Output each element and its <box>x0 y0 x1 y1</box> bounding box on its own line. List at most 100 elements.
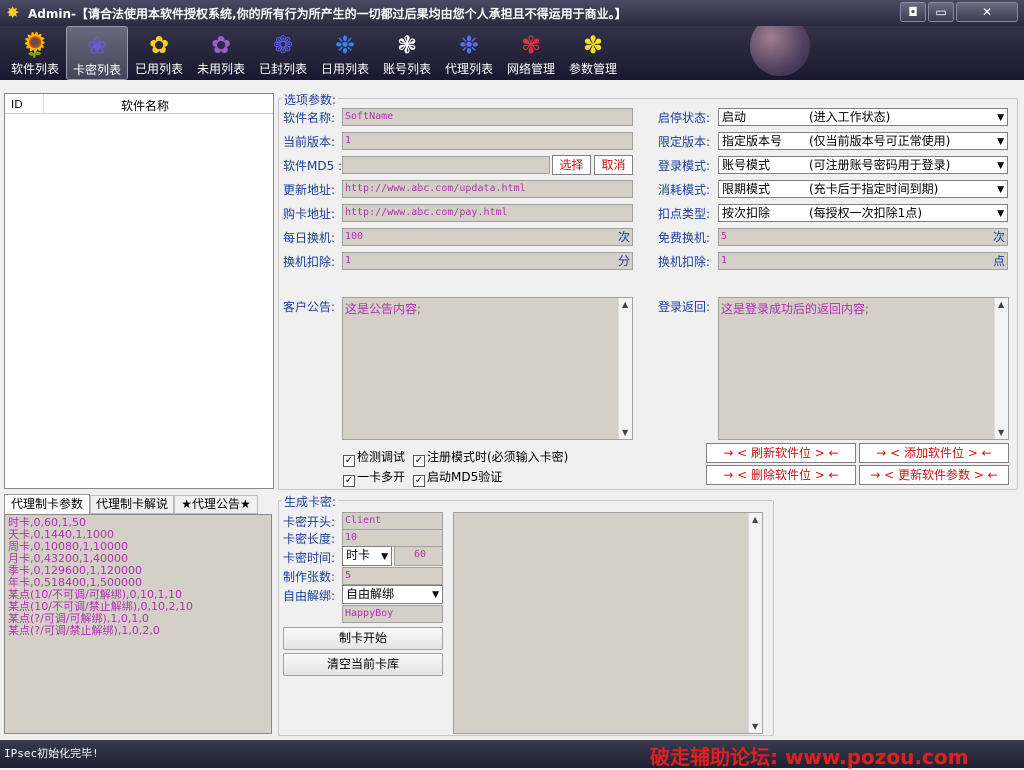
software-name-input[interactable]: SoftName <box>342 108 633 126</box>
notice-label: 客户公告: <box>283 300 336 314</box>
tab-network-manage[interactable]: ✾ 网络管理 <box>500 26 562 80</box>
clear-card-button[interactable]: 清空当前卡库 <box>283 653 443 676</box>
tab-blocked-list[interactable]: ❁ 已封列表 <box>252 26 314 80</box>
close-button[interactable]: ✕ <box>956 2 1018 22</box>
tab-used-list[interactable]: ✿ 已用列表 <box>128 26 190 80</box>
blue-flower-icon: ❉ <box>458 31 480 59</box>
version-input[interactable]: 1 <box>342 132 633 150</box>
card-output-scrollbar[interactable]: ▲ ▼ <box>748 513 762 733</box>
free-switch-value: 5 <box>721 231 728 242</box>
length-input[interactable]: 10 <box>342 529 443 547</box>
cancel-button[interactable]: 取消 <box>594 155 633 175</box>
version-label: 当前版本: <box>283 135 336 149</box>
tab-daily-list[interactable]: ❉ 日用列表 <box>314 26 376 80</box>
switch-deduct-input[interactable]: 1分 <box>342 252 633 270</box>
toolbar-label: 已用列表 <box>134 62 183 76</box>
add-software-button[interactable]: → < 添加软件位 > ← <box>859 443 1009 463</box>
daily-switch-label: 每日换机: <box>283 231 336 245</box>
status-select[interactable]: 启动 (进入工作状态) ▼ <box>718 108 1008 126</box>
scroll-up-icon[interactable]: ▲ <box>998 300 1004 309</box>
md5-verify-checkbox-label: 启动MD5验证 <box>427 470 503 484</box>
login-return-scrollbar[interactable]: ▲ ▼ <box>994 298 1008 439</box>
software-list-panel[interactable]: ID 软件名称 <box>4 93 274 489</box>
toolbar-label: 参数管理 <box>568 62 617 76</box>
param-line: 某点(?/可调/禁止解绑),1,0,2,0 <box>8 624 160 637</box>
chevron-down-icon: ▼ <box>997 137 1004 147</box>
deduct-type-value: 按次扣除 <box>722 206 771 220</box>
toolbar-label: 已封列表 <box>258 62 307 76</box>
count-label: 制作张数: <box>283 570 336 584</box>
card-output-textarea[interactable]: ▲ ▼ <box>453 512 763 734</box>
unbind-select[interactable]: 自由解绑 ▼ <box>342 585 443 604</box>
time-unit-select[interactable]: 时卡 ▼ <box>342 546 392 566</box>
status-bar: IPsec初始化完毕! 破走辅助论坛: www.pozou.com <box>0 740 1024 769</box>
scroll-up-icon[interactable]: ▲ <box>622 300 628 309</box>
window-title: Admin-【请合法使用本软件授权系统,你的所有行为所产生的一切都过后果均由您个… <box>28 7 627 21</box>
scroll-down-icon[interactable]: ▼ <box>752 722 758 731</box>
buy-url-input[interactable]: http://www.abc.com/pay.html <box>342 204 633 222</box>
login-mode-select[interactable]: 账号模式 (可注册账号密码用于登录) ▼ <box>718 156 1008 174</box>
start-card-button[interactable]: 制卡开始 <box>283 627 443 650</box>
scroll-down-icon[interactable]: ▼ <box>998 428 1004 437</box>
generate-group-title: 生成卡密: <box>282 493 339 510</box>
md5-label: 软件MD5 : <box>283 159 343 173</box>
daily-switch-input[interactable]: 100 次 <box>342 228 633 246</box>
planet-decoration <box>750 26 810 76</box>
tab-card-list[interactable]: ❀ 卡密列表 <box>66 26 128 80</box>
limit-version-select[interactable]: 指定版本号 (仅当前版本号可正常使用) ▼ <box>718 132 1008 150</box>
switch-deduct2-input[interactable]: 1点 <box>718 252 1008 270</box>
col-divider <box>43 94 44 114</box>
tab-agent-list[interactable]: ❉ 代理列表 <box>438 26 500 80</box>
check-icon: ✓ <box>413 455 425 467</box>
software-name-label: 软件名称: <box>283 111 336 125</box>
tab-agent-notice[interactable]: ★代理公告★ <box>174 495 258 514</box>
notice-textarea[interactable]: 这是公告内容; ▲ ▼ <box>342 297 633 440</box>
toolbar-label: 卡密列表 <box>72 63 121 77</box>
status-desc: (进入工作状态) <box>809 110 891 124</box>
tab-account-list[interactable]: ❃ 账号列表 <box>376 26 438 80</box>
delete-software-button[interactable]: → < 删除软件位 > ← <box>706 465 856 485</box>
prefix-input[interactable]: Client <box>342 512 443 530</box>
consume-mode-select[interactable]: 限期模式 (充卡后于指定时间到期) ▼ <box>718 180 1008 198</box>
login-return-text: 这是登录成功后的返回内容; <box>721 302 870 316</box>
minimize-button[interactable]: ▭ <box>928 2 954 22</box>
toolbar-label: 未用列表 <box>196 62 245 76</box>
red-flower-icon: ✾ <box>520 31 542 59</box>
count-input[interactable]: 5 <box>342 567 443 585</box>
tab-unused-list[interactable]: ✿ 未用列表 <box>190 26 252 80</box>
time-unit-value: 时卡 <box>346 548 371 562</box>
tab-software-list[interactable]: 🌻 软件列表 <box>4 26 66 80</box>
agent-params-textarea[interactable]: 时卡,0,60,1,50 天卡,0,1440,1,1000 周卡,0,10080… <box>4 514 272 734</box>
update-url-label: 更新地址: <box>283 183 336 197</box>
extra-input[interactable]: HappyBoy <box>342 605 443 623</box>
unbind-label: 自由解绑: <box>283 589 336 603</box>
col-id[interactable]: ID <box>11 98 23 111</box>
md5-input[interactable] <box>342 156 550 174</box>
notice-scrollbar[interactable]: ▲ ▼ <box>618 298 632 439</box>
refresh-software-button[interactable]: → < 刷新软件位 > ← <box>706 443 856 463</box>
login-return-label: 登录返回: <box>658 300 711 314</box>
time-value-input[interactable]: 60 <box>394 546 443 566</box>
select-button[interactable]: 选择 <box>552 155 591 175</box>
scroll-up-icon[interactable]: ▲ <box>752 515 758 524</box>
md5-verify-checkbox[interactable]: ✓ 启动MD5验证 <box>413 468 502 487</box>
tab-agent-explain[interactable]: 代理制卡解说 <box>90 495 174 514</box>
deduct-type-select[interactable]: 按次扣除 (每授权一次扣除1点) ▼ <box>718 204 1008 222</box>
tab-param-manage[interactable]: ✽ 参数管理 <box>562 26 624 80</box>
multi-open-checkbox[interactable]: ✓ 一卡多开 <box>343 468 405 487</box>
restore-button[interactable]: ◘ <box>900 2 926 22</box>
consume-mode-desc: (充卡后于指定时间到期) <box>809 182 939 196</box>
update-url-input[interactable]: http://www.abc.com/updata.html <box>342 180 633 198</box>
tab-agent-params[interactable]: 代理制卡参数 <box>4 494 90 514</box>
update-params-button[interactable]: → < 更新软件参数 > ← <box>859 465 1009 485</box>
scroll-down-icon[interactable]: ▼ <box>622 428 628 437</box>
daffodil-icon: ✽ <box>582 31 604 59</box>
col-name[interactable]: 软件名称 <box>121 97 169 114</box>
toolbar-label: 代理列表 <box>444 62 493 76</box>
login-return-textarea[interactable]: 这是登录成功后的返回内容; ▲ ▼ <box>718 297 1009 440</box>
register-checkbox[interactable]: ✓ 注册模式时(必须输入卡密) <box>413 448 568 467</box>
status-value: 启动 <box>722 110 747 124</box>
free-switch-input[interactable]: 5次 <box>718 228 1008 246</box>
debug-checkbox[interactable]: ✓ 检测调试 <box>343 448 405 467</box>
switch-deduct2-label: 换机扣除: <box>658 255 711 269</box>
